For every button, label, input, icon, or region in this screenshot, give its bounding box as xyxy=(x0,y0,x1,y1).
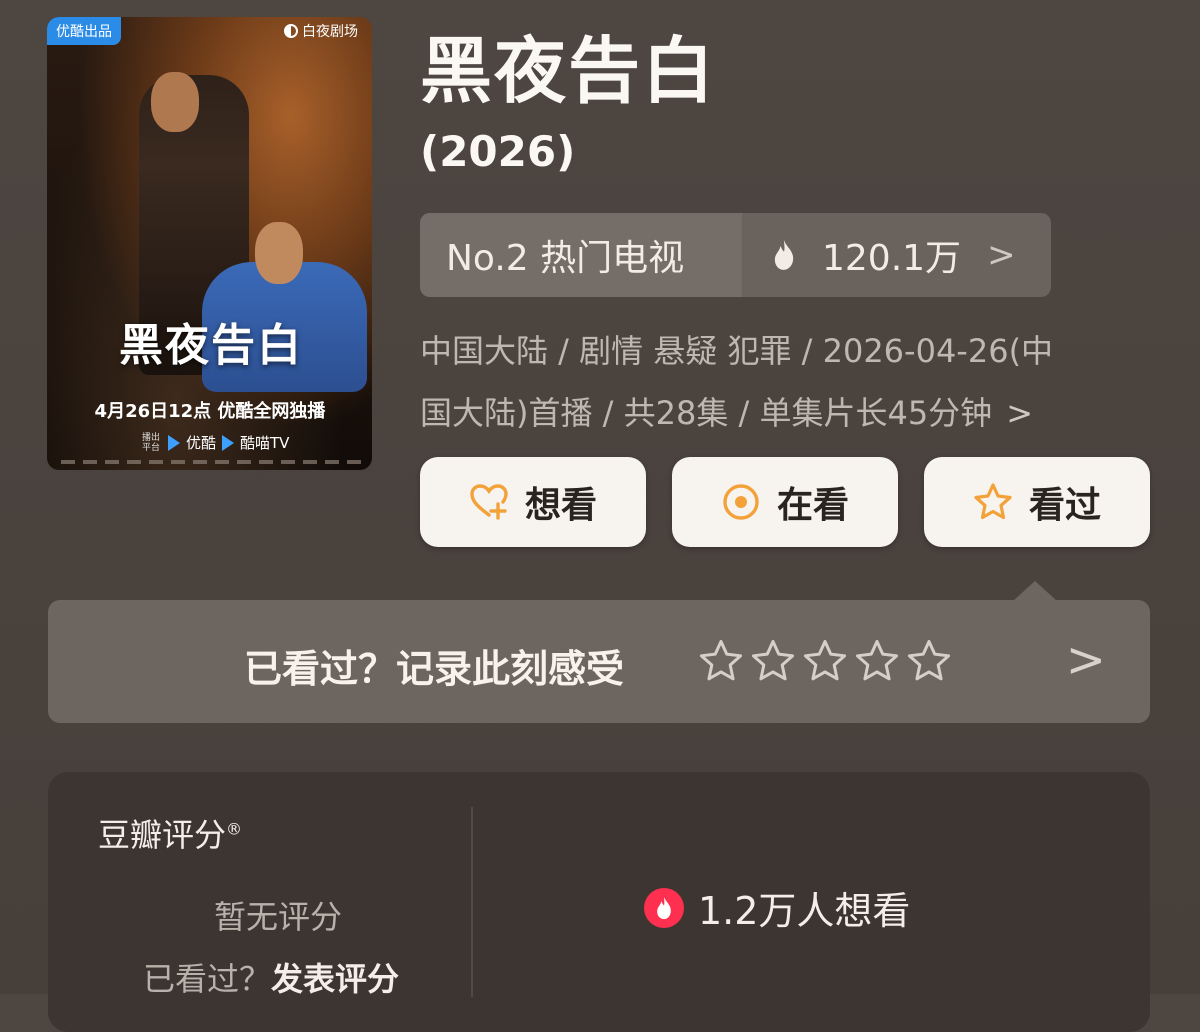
chevron-right-icon: > xyxy=(987,235,1016,275)
want-button[interactable]: 想看 xyxy=(420,457,646,547)
rate-prompt-text: 已看过？记录此刻感受 xyxy=(244,647,625,691)
show-meta[interactable]: 中国大陆 / 剧情 悬疑 犯罪 / 2026-04-26(中 国大陆)首播 / … xyxy=(420,320,1140,444)
heat-section: 120.1万 > xyxy=(742,213,1051,297)
poster-date-line: 4月26日12点 优酷全网独播 xyxy=(94,401,326,422)
want-label: 想看 xyxy=(524,485,597,526)
poster-figure-head xyxy=(255,222,303,284)
studio-logo-icon xyxy=(284,24,298,38)
fire-badge-icon xyxy=(644,887,684,928)
rating-star-icon[interactable] xyxy=(906,638,952,684)
watched-label: 看过 xyxy=(1028,485,1101,526)
wants-label: 1.2万人想看 xyxy=(698,889,911,933)
wants-count[interactable]: 1.2万人想看 xyxy=(644,880,910,935)
rating-star-icon[interactable] xyxy=(802,638,848,684)
poster-studio: 白夜剧场 xyxy=(284,21,358,41)
rating-label-text: 豆瓣评分 xyxy=(98,816,227,854)
rank-pill[interactable]: No.2 热门电视 120.1万 > xyxy=(420,213,1051,297)
poster-studio-label: 白夜剧场 xyxy=(302,24,358,40)
poster-title: 黑夜告白 xyxy=(119,320,303,371)
chevron-right-icon: > xyxy=(1065,632,1106,688)
rank-label: No.2 热门电视 xyxy=(420,213,742,297)
rating-seen-row: 已看过？发表评分 xyxy=(143,954,399,1000)
poster-image[interactable]: 优酷出品 白夜剧场 黑夜告白 4月26日12点 优酷全网独播 播出平台 优酷 酷… xyxy=(47,17,372,470)
heart-plus-icon xyxy=(470,484,508,520)
heat-value: 120.1万 xyxy=(822,238,962,279)
fire-icon xyxy=(774,240,794,270)
poster-platform: 酷喵TV xyxy=(240,434,290,452)
rating-star-icon[interactable] xyxy=(698,638,744,684)
post-rating-link[interactable]: 发表评分 xyxy=(271,960,399,998)
target-icon xyxy=(723,484,759,520)
registered-mark: ® xyxy=(226,819,243,839)
poster-badge: 优酷出品 xyxy=(47,17,121,45)
rating-card: 豆瓣评分® 暂无评分 已看过？发表评分 1.2万人想看 xyxy=(48,772,1150,1032)
rating-stars[interactable] xyxy=(698,638,952,684)
kumiao-logo-icon xyxy=(222,434,235,451)
page-title: 黑夜告白 xyxy=(420,29,717,113)
meta-line-row: 国大陆)首播 / 共28集 / 单集片长45分钟 > xyxy=(420,382,1140,444)
rating-seen-prefix: 已看过？ xyxy=(143,960,272,998)
poster-platform: 优酷 xyxy=(186,434,217,452)
release-year: (2026) xyxy=(420,127,576,176)
poster-figure-head xyxy=(151,72,199,132)
poster-platforms: 播出平台 优酷 酷喵TV xyxy=(142,432,289,453)
rate-prompt[interactable]: 已看过？记录此刻感受 > xyxy=(48,600,1150,723)
rating-star-icon[interactable] xyxy=(854,638,900,684)
card-divider xyxy=(471,807,473,997)
meta-line: 中国大陆 / 剧情 悬疑 犯罪 / 2026-04-26(中 xyxy=(420,332,1054,370)
rating-empty: 暂无评分 xyxy=(214,898,343,936)
watching-button[interactable]: 在看 xyxy=(672,457,898,547)
star-icon xyxy=(974,483,1012,520)
chevron-right-icon: > xyxy=(1006,394,1033,432)
rating-label: 豆瓣评分® xyxy=(98,810,242,856)
watching-label: 在看 xyxy=(776,485,849,526)
prompt-pointer xyxy=(1013,581,1057,601)
meta-line: 国大陆)首播 / 共28集 / 单集片长45分钟 xyxy=(420,394,993,432)
watched-button[interactable]: 看过 xyxy=(924,457,1150,547)
poster-credits xyxy=(61,460,361,464)
poster-platform-prefix: 播出平台 xyxy=(142,432,161,453)
youku-logo-icon xyxy=(168,434,180,451)
rating-star-icon[interactable] xyxy=(750,638,796,684)
